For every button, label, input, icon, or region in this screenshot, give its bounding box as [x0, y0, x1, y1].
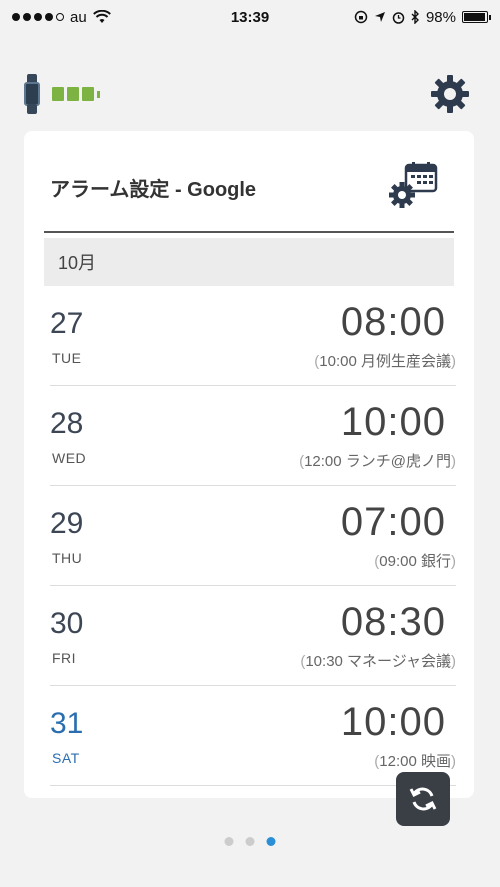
- status-left: au: [12, 9, 111, 26]
- alarm-day: 28: [50, 407, 84, 440]
- alarm-time: 10:00: [340, 700, 446, 744]
- alarm-day: 30: [50, 607, 84, 640]
- calendar-settings-button[interactable]: [388, 161, 440, 211]
- alarm-icon: [392, 11, 405, 24]
- alarm-time: 08:00: [340, 300, 446, 344]
- carrier-label: au: [70, 8, 87, 26]
- alarm-time: 10:00: [340, 400, 446, 444]
- card-title: アラーム設定 - Google: [50, 179, 257, 201]
- alarm-weekday: FRI: [52, 650, 77, 666]
- alarm-event-text: 09:00 銀行: [379, 553, 451, 570]
- alarm-event: (12:00 ランチ@虎ノ門): [299, 453, 456, 470]
- alarm-row[interactable]: 30 FRI 08:30 (10:30 マネージャ会議): [50, 586, 456, 686]
- alarm-weekday: TUE: [52, 350, 82, 366]
- bluetooth-icon: [411, 10, 419, 24]
- battery-percent: 98%: [425, 8, 456, 26]
- sync-button[interactable]: [396, 772, 450, 826]
- status-time: 13:39: [230, 8, 270, 26]
- location-icon: [374, 12, 385, 22]
- wristband-icon: [24, 74, 40, 114]
- gear-icon: [431, 75, 469, 113]
- alarm-weekday: THU: [52, 550, 83, 566]
- month-label: 10月: [58, 253, 97, 273]
- alarm-event: (10:00 月例生産会議): [314, 353, 456, 370]
- page-dot[interactable]: [224, 837, 234, 846]
- alarm-event: (12:00 映画): [374, 753, 456, 770]
- calendar-gear-icon: [389, 162, 438, 208]
- alarm-time: 07:00: [340, 500, 446, 544]
- alarm-day: 29: [50, 507, 84, 540]
- alarm-event: (10:30 マネージャ会議): [300, 653, 456, 670]
- month-header: 10月: [44, 238, 454, 286]
- alarm-event-text: 10:00 月例生産会議: [319, 353, 451, 370]
- orientation-lock-icon: [354, 10, 368, 24]
- alarm-list: 27 TUE 08:00 (10:00 月例生産会議) 28 WED 10:00…: [50, 286, 456, 786]
- page-dot-active[interactable]: [266, 837, 276, 846]
- settings-button[interactable]: [428, 72, 472, 116]
- page-dot[interactable]: [245, 837, 255, 846]
- alarm-event-text: 10:30 マネージャ会議: [305, 653, 451, 670]
- sync-icon: [409, 787, 437, 811]
- page-indicator: [224, 837, 276, 846]
- alarm-time: 08:30: [340, 600, 446, 644]
- alarm-weekday: WED: [52, 450, 87, 466]
- signal-icon: [12, 13, 64, 21]
- device-status: [24, 74, 100, 114]
- alarm-day: 27: [50, 307, 84, 340]
- card-divider: [44, 231, 454, 233]
- alarm-event-text: 12:00 ランチ@虎ノ門: [304, 453, 451, 470]
- alarm-event: (09:00 銀行): [374, 553, 456, 570]
- wifi-icon: [92, 10, 111, 23]
- alarm-row[interactable]: 27 TUE 08:00 (10:00 月例生産会議): [50, 286, 456, 386]
- alarm-row[interactable]: 28 WED 10:00 (12:00 ランチ@虎ノ門): [50, 386, 456, 486]
- card-header: アラーム設定 - Google: [24, 131, 474, 231]
- alarm-row[interactable]: 29 THU 07:00 (09:00 銀行): [50, 486, 456, 586]
- alarm-event-text: 12:00 映画: [379, 753, 451, 770]
- battery-icon: [462, 11, 491, 23]
- alarm-row[interactable]: 31 SAT 10:00 (12:00 映画): [50, 686, 456, 786]
- status-right: 98%: [354, 8, 491, 26]
- alarm-day: 31: [50, 707, 84, 740]
- alarm-weekday: SAT: [52, 750, 80, 766]
- alarm-card: アラーム設定 - Google 10月 27 TUE 08:00 (10:00 …: [24, 131, 474, 798]
- device-battery-icon: [52, 87, 100, 101]
- status-bar: au 13:39 98%: [0, 0, 500, 34]
